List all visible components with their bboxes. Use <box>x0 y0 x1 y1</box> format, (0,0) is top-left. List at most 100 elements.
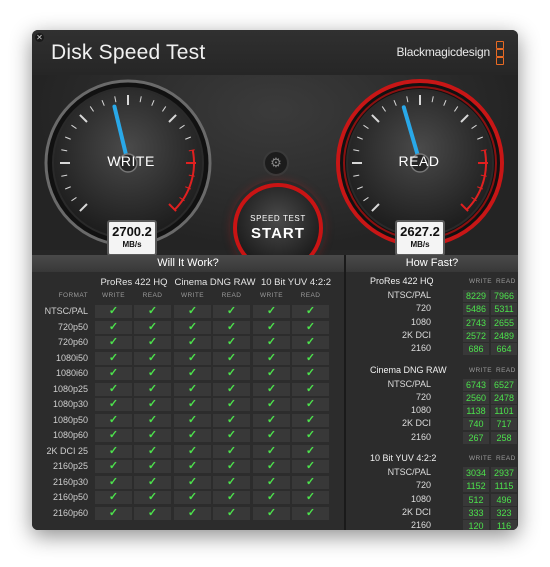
check-icon: ✓ <box>213 320 250 334</box>
check-icon: ✓ <box>292 305 329 318</box>
check-icon: ✓ <box>292 320 329 334</box>
check-icon: ✓ <box>134 506 171 520</box>
speed-row-label: 2K DCI <box>401 329 431 340</box>
check-icon: ✓ <box>174 506 211 520</box>
check-icon: ✓ <box>253 506 290 520</box>
subheader-write: WRITE <box>469 278 492 285</box>
check-icon: ✓ <box>134 367 171 380</box>
check-icon: ✓ <box>95 398 132 411</box>
read-speed-cell: 2478 <box>491 391 517 404</box>
read-speed-cell: 1101 <box>491 405 517 418</box>
check-icon: ✓ <box>213 475 250 489</box>
check-icon: ✓ <box>253 444 290 458</box>
check-icon: ✓ <box>292 491 329 504</box>
subheader-write: WRITE <box>469 455 492 462</box>
write-speed-cell: 2560 <box>463 391 489 404</box>
check-icon: ✓ <box>174 398 211 411</box>
will-it-work-panel: ProRes 422 HQ Cinema DNG RAW 10 Bit YUV … <box>32 272 344 530</box>
speed-row-label: 720 <box>415 303 431 314</box>
check-icon: ✓ <box>253 398 290 411</box>
read-speed-cell: 664 <box>491 343 517 356</box>
check-icon: ✓ <box>174 320 211 334</box>
check-icon: ✓ <box>292 429 329 442</box>
format-row-label: 1080p25 <box>52 383 88 394</box>
group-header-cinema-dng: Cinema DNG RAW <box>174 277 256 288</box>
check-icon: ✓ <box>95 429 132 442</box>
format-row-label: 720p60 <box>57 337 88 347</box>
write-speed-unit: MB/s <box>122 240 142 249</box>
read-speed-cell: 2937 <box>491 467 517 479</box>
speed-row-label: 2160 <box>410 343 431 354</box>
brand-name: Blackmagicdesign <box>396 45 490 59</box>
disk-speed-test-window: ✕ Disk Speed Test Blackmagicdesign WRITE… <box>32 30 518 530</box>
read-speed-cell: 116 <box>491 520 517 530</box>
check-icon: ✓ <box>253 336 290 349</box>
write-speed-cell: 8229 <box>463 290 489 302</box>
check-icon: ✓ <box>134 336 171 349</box>
subheader-read: READ <box>221 292 242 299</box>
read-speed-cell: 5311 <box>491 303 517 316</box>
check-icon: ✓ <box>213 506 250 520</box>
write-speed-cell: 5486 <box>463 303 489 316</box>
check-icon: ✓ <box>292 398 329 411</box>
check-icon: ✓ <box>134 382 171 396</box>
check-icon: ✓ <box>253 413 290 427</box>
check-icon: ✓ <box>253 491 290 504</box>
start-button-line1: SPEED TEST <box>250 214 306 223</box>
check-icon: ✓ <box>213 367 250 380</box>
check-icon: ✓ <box>95 367 132 380</box>
how-fast-panel: ProRes 422 HQ WRITE READ NTSC/PAL 8229 7966 72… <box>346 272 518 530</box>
check-icon: ✓ <box>253 351 290 365</box>
format-row-label: NTSC/PAL <box>44 306 88 316</box>
check-icon: ✓ <box>134 320 171 334</box>
write-speed-cell: 686 <box>463 343 489 356</box>
check-icon: ✓ <box>253 475 290 489</box>
gauge-area: WRITE 2700.2 MB/s ⚙ SPEED TEST START REA… <box>32 75 518 273</box>
check-icon: ✓ <box>174 460 211 473</box>
check-icon: ✓ <box>213 429 250 442</box>
check-icon: ✓ <box>213 398 250 411</box>
check-icon: ✓ <box>174 413 211 427</box>
close-icon[interactable]: ✕ <box>35 33 44 42</box>
start-button-line2: START <box>251 225 305 242</box>
check-icon: ✓ <box>134 305 171 318</box>
how-fast-header: How Fast? <box>346 255 518 272</box>
read-speed-cell: 1115 <box>491 480 517 493</box>
format-row-label: 2160p30 <box>52 476 88 487</box>
speed-row-label: 1080 <box>410 493 431 504</box>
check-icon: ✓ <box>253 367 290 380</box>
check-icon: ✓ <box>213 491 250 504</box>
check-icon: ✓ <box>134 444 171 458</box>
write-speed-cell: 512 <box>463 493 489 506</box>
check-icon: ✓ <box>134 351 171 365</box>
format-row-label: 720p50 <box>57 321 88 332</box>
check-icon: ✓ <box>95 460 132 473</box>
subheader-read: READ <box>496 455 516 462</box>
subheader-read: READ <box>142 292 163 299</box>
gear-icon[interactable]: ⚙ <box>263 150 289 176</box>
speed-row-label: 1080 <box>410 405 431 416</box>
check-icon: ✓ <box>134 413 171 427</box>
subheader-write: WRITE <box>181 292 204 299</box>
read-speed-cell: 2655 <box>491 316 517 329</box>
write-speed-cell: 1152 <box>463 480 489 493</box>
check-icon: ✓ <box>134 491 171 504</box>
check-icon: ✓ <box>213 444 250 458</box>
speed-row-label: NTSC/PAL <box>387 378 431 389</box>
check-icon: ✓ <box>292 351 329 365</box>
write-speed-cell: 2572 <box>463 329 489 342</box>
read-speed-cell: 2489 <box>491 329 517 342</box>
check-icon: ✓ <box>213 460 250 473</box>
subheader-write: WRITE <box>102 292 125 299</box>
read-speed-cell: 496 <box>491 493 517 506</box>
check-icon: ✓ <box>213 305 250 318</box>
check-icon: ✓ <box>253 305 290 318</box>
write-speed-cell: 2743 <box>463 316 489 329</box>
write-speed-cell: 740 <box>463 418 489 431</box>
check-icon: ✓ <box>292 460 329 473</box>
check-icon: ✓ <box>213 336 250 349</box>
speed-row-label: 720 <box>415 391 431 402</box>
format-row-label: 1080p50 <box>52 414 88 425</box>
check-icon: ✓ <box>95 305 132 318</box>
check-icon: ✓ <box>134 475 171 489</box>
